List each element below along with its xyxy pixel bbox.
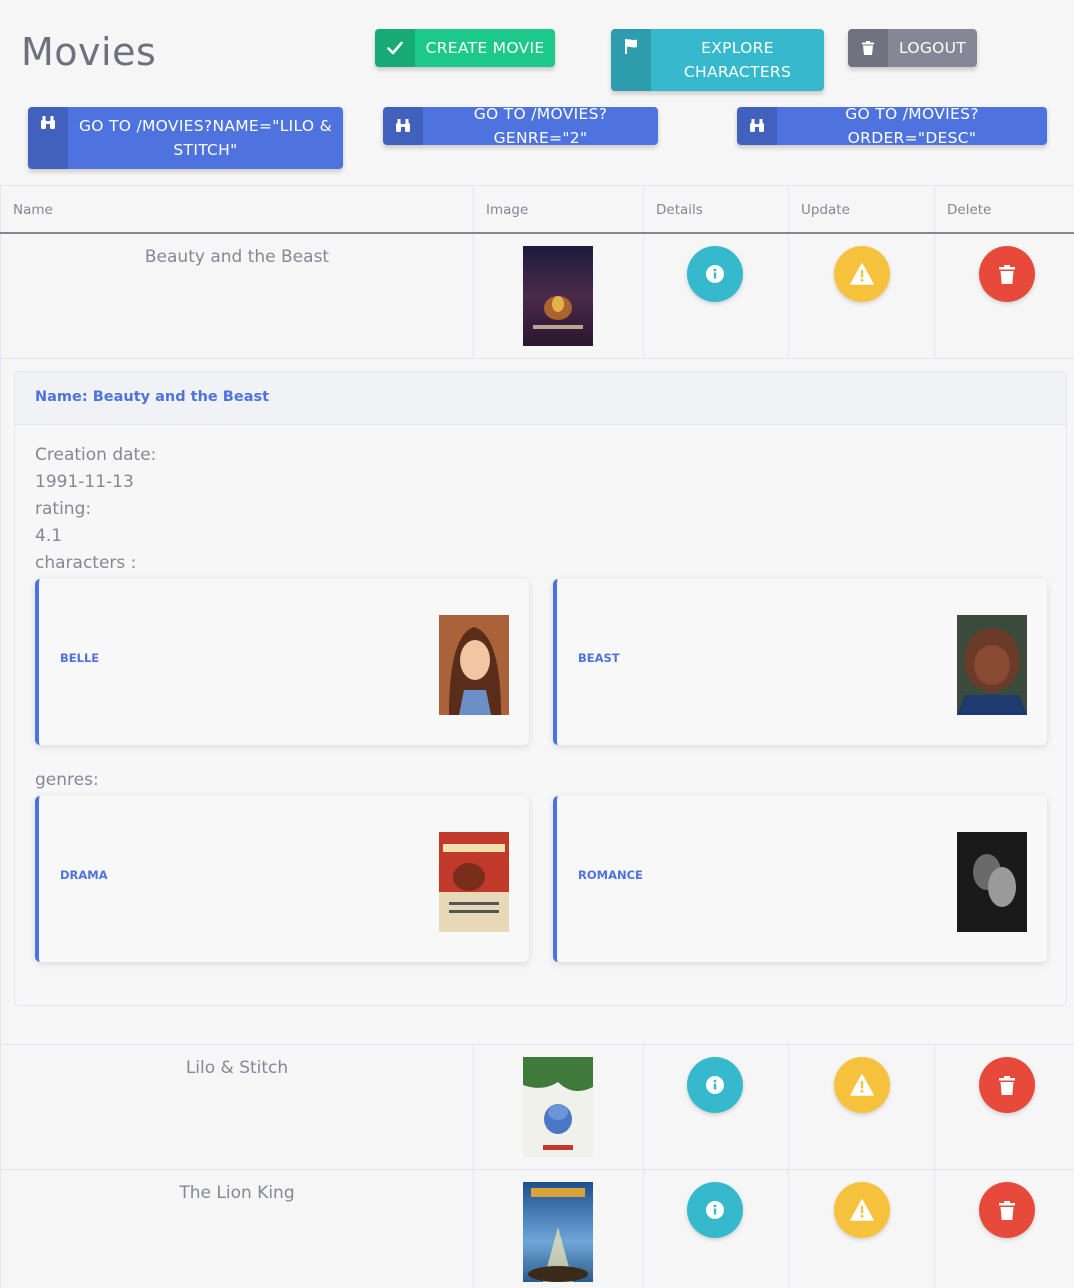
character-card-belle[interactable]: BELLE <box>35 579 529 745</box>
info-icon <box>706 1076 724 1094</box>
trash-icon <box>848 29 888 67</box>
image-cell <box>474 1170 644 1288</box>
genre-card-romance[interactable]: ROMANCE <box>553 796 1047 962</box>
update-cell <box>789 234 935 358</box>
info-icon <box>706 265 724 283</box>
trash-icon <box>999 264 1015 284</box>
movie-poster <box>523 246 593 346</box>
details-button[interactable] <box>687 1182 743 1238</box>
check-icon <box>375 29 415 67</box>
delete-cell <box>935 234 1074 358</box>
image-cell <box>474 1045 644 1169</box>
rating-value: 4.1 <box>35 526 63 546</box>
delete-cell <box>935 1170 1074 1288</box>
creation-date-label: Creation date: <box>35 445 157 465</box>
character-name: BELLE <box>60 651 100 665</box>
warning-icon <box>850 263 874 285</box>
movie-name: Beauty and the Beast <box>0 234 474 358</box>
genre-name: ROMANCE <box>578 868 643 882</box>
warning-icon <box>850 1074 874 1096</box>
details-cell <box>644 234 789 358</box>
movie-name: The Lion King <box>0 1170 474 1288</box>
table-row: Beauty and the Beast <box>0 234 1074 359</box>
go-movies-genre-button[interactable]: GO TO /MOVIES?GENRE="2" <box>383 107 658 145</box>
details-button[interactable] <box>687 1057 743 1113</box>
table-header-row: Name Image Details Update Delete <box>0 185 1074 234</box>
page-title: Movies <box>21 30 157 74</box>
go-movies-name-label: GO TO /MOVIES?NAME="LILO & STITCH" <box>78 117 333 159</box>
update-button[interactable] <box>834 1057 890 1113</box>
movie-detail-card: Name: Beauty and the Beast Creation date… <box>14 371 1067 1006</box>
explore-characters-label: EXPLORE CHARACTERS <box>683 39 792 81</box>
update-cell <box>789 1170 935 1288</box>
binoculars-icon <box>737 107 777 145</box>
rating-label: rating: <box>35 499 92 519</box>
warning-icon <box>850 1199 874 1221</box>
trash-icon <box>999 1075 1015 1095</box>
movie-poster <box>523 1182 593 1282</box>
delete-button[interactable] <box>979 246 1035 302</box>
info-icon <box>706 1201 724 1219</box>
update-cell <box>789 1045 935 1169</box>
character-card-beast[interactable]: BEAST <box>553 579 1047 745</box>
header-details: Details <box>644 186 789 232</box>
details-cell <box>644 1170 789 1288</box>
binoculars-icon <box>383 107 423 145</box>
header-delete: Delete <box>947 202 992 218</box>
genre-name: DRAMA <box>60 868 108 882</box>
character-image <box>957 615 1027 715</box>
character-image <box>439 615 509 715</box>
movies-table: Name Image Details Update Delete Beauty … <box>0 185 1074 1288</box>
details-button[interactable] <box>687 246 743 302</box>
update-button[interactable] <box>834 246 890 302</box>
movie-poster <box>523 1057 593 1157</box>
genre-card-drama[interactable]: DRAMA <box>35 796 529 962</box>
flag-icon <box>611 29 651 91</box>
details-cell <box>644 1045 789 1169</box>
table-row: The Lion King <box>0 1170 1074 1288</box>
image-cell <box>474 234 644 358</box>
header-update: Update <box>789 186 935 232</box>
movie-name: Lilo & Stitch <box>0 1045 474 1169</box>
update-button[interactable] <box>834 1182 890 1238</box>
go-movies-name-button[interactable]: GO TO /MOVIES?NAME="LILO & STITCH" <box>28 107 343 169</box>
explore-characters-button[interactable]: EXPLORE CHARACTERS <box>611 29 824 91</box>
trash-icon <box>999 1200 1015 1220</box>
genre-image <box>439 832 509 932</box>
genre-image <box>957 832 1027 932</box>
logout-label: LOGOUT <box>898 39 967 57</box>
go-movies-genre-label: GO TO /MOVIES?GENRE="2" <box>473 107 608 145</box>
delete-button[interactable] <box>979 1182 1035 1238</box>
create-movie-label: CREATE MOVIE <box>425 39 545 57</box>
genres-label: genres: <box>35 770 99 790</box>
movie-detail-panel: Name: Beauty and the Beast Creation date… <box>0 359 1074 1045</box>
go-movies-order-label: GO TO /MOVIES?ORDER="DESC" <box>845 107 979 145</box>
characters-label: characters : <box>35 553 137 573</box>
delete-cell <box>935 1045 1074 1169</box>
creation-date-value: 1991-11-13 <box>35 472 134 492</box>
binoculars-icon <box>28 107 68 169</box>
character-name: BEAST <box>578 651 620 665</box>
table-row: Lilo & Stitch <box>0 1045 1074 1170</box>
header-image: Image <box>474 186 644 232</box>
detail-header: Name: Beauty and the Beast <box>15 372 1066 425</box>
header-name: Name <box>0 186 474 232</box>
create-movie-button[interactable]: CREATE MOVIE <box>375 29 555 67</box>
delete-button[interactable] <box>979 1057 1035 1113</box>
go-movies-order-button[interactable]: GO TO /MOVIES?ORDER="DESC" <box>737 107 1047 145</box>
logout-button[interactable]: LOGOUT <box>848 29 977 67</box>
